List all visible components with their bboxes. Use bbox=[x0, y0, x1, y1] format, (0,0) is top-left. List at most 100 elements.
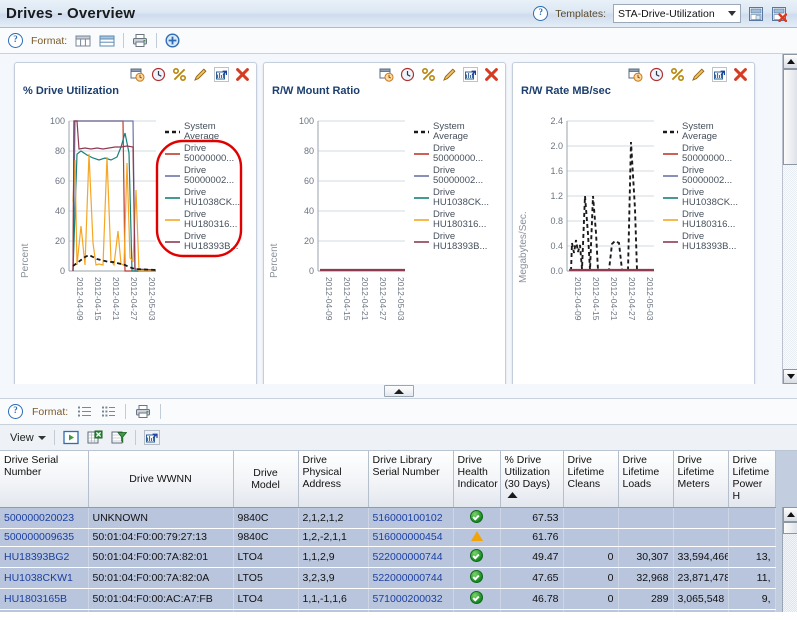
cell-drive-library-serial-number[interactable]: 516000000454 bbox=[368, 528, 454, 547]
chart-card-rw-mount-ratio: R/W Mount Ratio Percent 100 80 60 40 20 … bbox=[263, 62, 506, 387]
close-icon[interactable] bbox=[733, 67, 748, 82]
percent-icon[interactable] bbox=[670, 67, 685, 82]
percent-icon[interactable] bbox=[172, 67, 187, 82]
library-serial-link[interactable]: 516000100102 bbox=[373, 512, 443, 524]
detach-icon[interactable] bbox=[63, 430, 79, 445]
cell-drive-serial-number[interactable]: 500000020023 bbox=[0, 507, 89, 529]
chevron-down-icon bbox=[37, 435, 46, 440]
svg-text:1.2: 1.2 bbox=[550, 191, 563, 201]
table-row[interactable]: HU1803165B 50:01:04:F0:00:AC:A7:FB LTO4 … bbox=[0, 588, 776, 610]
drive-serial-link[interactable]: 500000020023 bbox=[4, 512, 74, 524]
column-header-drive-model[interactable]: Drive Model bbox=[233, 451, 299, 508]
column-header-drive-physical-address[interactable]: Drive Physical Address bbox=[298, 451, 369, 508]
library-serial-link[interactable]: 522000000744 bbox=[373, 551, 443, 563]
drives-table: Drive Serial Number Drive WWNN Drive Mod… bbox=[0, 451, 776, 612]
delete-template-icon[interactable] bbox=[771, 6, 788, 22]
table-row[interactable]: 500000009635 50:01:04:F0:00:79:27:13 984… bbox=[0, 528, 776, 547]
column-header-drive-lifetime-meters[interactable]: Drive Lifetime Meters bbox=[673, 451, 729, 508]
add-icon[interactable] bbox=[165, 33, 180, 48]
clock-icon[interactable] bbox=[400, 67, 415, 82]
svg-text:HU180316...: HU180316... bbox=[433, 219, 486, 230]
svg-text:40: 40 bbox=[55, 206, 65, 216]
scroll-down-button[interactable] bbox=[783, 369, 797, 384]
cell-drive-serial-number[interactable]: 500000009635 bbox=[0, 528, 89, 547]
scrollbar-thumb[interactable] bbox=[783, 69, 797, 165]
clock-icon[interactable] bbox=[649, 67, 664, 82]
collapse-panel-button[interactable] bbox=[383, 385, 414, 397]
cell-drive-library-serial-number[interactable]: 522000000744 bbox=[368, 546, 454, 568]
calendar-clock-icon[interactable] bbox=[130, 67, 145, 82]
clock-icon[interactable] bbox=[151, 67, 166, 82]
column-header-drive-library-serial-number[interactable]: Drive Library Serial Number bbox=[368, 451, 454, 508]
save-template-icon[interactable] bbox=[748, 6, 764, 22]
cell-drive-library-serial-number[interactable]: 522000000744 bbox=[368, 567, 454, 589]
drive-serial-link[interactable]: 500000009635 bbox=[4, 531, 74, 543]
expand-chart-icon[interactable] bbox=[712, 67, 727, 82]
chart-icon[interactable] bbox=[143, 430, 160, 445]
column-header-drive-health-indicator[interactable]: Drive Health Indicator bbox=[453, 451, 501, 508]
library-serial-link[interactable]: 571000200032 bbox=[373, 593, 443, 605]
pencil-icon[interactable] bbox=[691, 67, 706, 82]
help-icon[interactable]: ? bbox=[8, 33, 23, 48]
columns-layout-icon[interactable] bbox=[75, 34, 91, 48]
svg-text:2012-05-03: 2012-05-03 bbox=[147, 277, 157, 321]
detail-layout-icon[interactable] bbox=[101, 405, 116, 418]
print-icon[interactable] bbox=[135, 404, 151, 419]
cell-drive-health-indicator bbox=[453, 546, 501, 568]
view-menu-button[interactable]: View bbox=[10, 432, 46, 444]
table-row[interactable]: HU18393BG2 50:01:04:F0:00:7A:82:01 LTO4 … bbox=[0, 546, 776, 568]
table-row[interactable]: 500000018949 UNKNOWN 9840C 1,2,-2,1,1 51… bbox=[0, 609, 776, 612]
pencil-icon[interactable] bbox=[442, 67, 457, 82]
library-serial-link[interactable]: 516000000454 bbox=[373, 531, 443, 543]
help-icon[interactable]: ? bbox=[533, 6, 549, 21]
cell-drive-library-serial-number[interactable]: 516000000454 bbox=[368, 609, 454, 612]
column-header-drive-utilization[interactable]: % Drive Utilization (30 Days) bbox=[500, 451, 564, 508]
cell-drive-library-serial-number[interactable]: 571000200032 bbox=[368, 588, 454, 610]
filter-icon[interactable] bbox=[111, 430, 128, 445]
cell-drive-utilization: 37.65 bbox=[500, 609, 564, 612]
drive-serial-link[interactable]: HU1038CKW1 bbox=[4, 572, 73, 584]
cell-drive-library-serial-number[interactable]: 516000100102 bbox=[368, 507, 454, 529]
chart-title: % Drive Utilization bbox=[23, 85, 119, 97]
scroll-up-button[interactable] bbox=[783, 507, 797, 522]
cell-drive-serial-number[interactable]: 500000018949 bbox=[0, 609, 89, 612]
close-icon[interactable] bbox=[484, 67, 499, 82]
cell-drive-serial-number[interactable]: HU1803165B bbox=[0, 588, 89, 610]
calendar-clock-icon[interactable] bbox=[379, 67, 394, 82]
print-icon[interactable] bbox=[132, 33, 148, 48]
svg-text:100: 100 bbox=[50, 116, 65, 126]
list-layout-icon[interactable] bbox=[77, 405, 92, 418]
drive-serial-link[interactable]: HU1803165B bbox=[4, 593, 67, 605]
format-label: Format: bbox=[32, 405, 69, 418]
column-header-drive-wwnn[interactable]: Drive WWNN bbox=[88, 451, 234, 508]
column-header-drive-lifetime-loads[interactable]: Drive Lifetime Loads bbox=[618, 451, 674, 508]
column-header-drive-lifetime-power-hours[interactable]: Drive Lifetime Power H bbox=[728, 451, 776, 508]
table-row[interactable]: HU1038CKW1 50:01:04:F0:00:7A:82:0A LTO5 … bbox=[0, 567, 776, 589]
column-header-drive-lifetime-cleans[interactable]: Drive Lifetime Cleans bbox=[563, 451, 619, 508]
pencil-icon[interactable] bbox=[193, 67, 208, 82]
charts-vertical-scrollbar[interactable] bbox=[782, 54, 797, 398]
cell-drive-lifetime-loads bbox=[618, 507, 674, 529]
cell-drive-lifetime-loads bbox=[618, 528, 674, 547]
percent-icon[interactable] bbox=[421, 67, 436, 82]
expand-chart-icon[interactable] bbox=[214, 67, 229, 82]
panel-splitter[interactable] bbox=[0, 384, 797, 398]
drive-serial-link[interactable]: HU18393BG2 bbox=[4, 551, 69, 563]
help-icon[interactable]: ? bbox=[8, 404, 23, 419]
scroll-up-button[interactable] bbox=[783, 54, 797, 69]
cell-drive-wwnn: 50:01:04:F0:00:7A:82:01 bbox=[88, 546, 234, 568]
close-icon[interactable] bbox=[235, 67, 250, 82]
export-excel-icon[interactable] bbox=[87, 430, 103, 445]
table-row[interactable]: 500000020023 UNKNOWN 9840C 2,1,2,1,2 516… bbox=[0, 507, 776, 529]
table-vertical-scrollbar[interactable] bbox=[782, 507, 797, 612]
library-serial-link[interactable]: 522000000744 bbox=[373, 572, 443, 584]
calendar-clock-icon[interactable] bbox=[628, 67, 643, 82]
sort-descending-icon[interactable] bbox=[507, 490, 518, 502]
scrollbar-thumb[interactable] bbox=[783, 522, 797, 534]
rows-layout-icon[interactable] bbox=[99, 34, 115, 48]
cell-drive-serial-number[interactable]: HU18393BG2 bbox=[0, 546, 89, 568]
expand-chart-icon[interactable] bbox=[463, 67, 478, 82]
column-header-drive-serial-number[interactable]: Drive Serial Number bbox=[0, 451, 89, 508]
templates-select[interactable]: STA-Drive-Utilization bbox=[613, 4, 741, 23]
cell-drive-serial-number[interactable]: HU1038CKW1 bbox=[0, 567, 89, 589]
